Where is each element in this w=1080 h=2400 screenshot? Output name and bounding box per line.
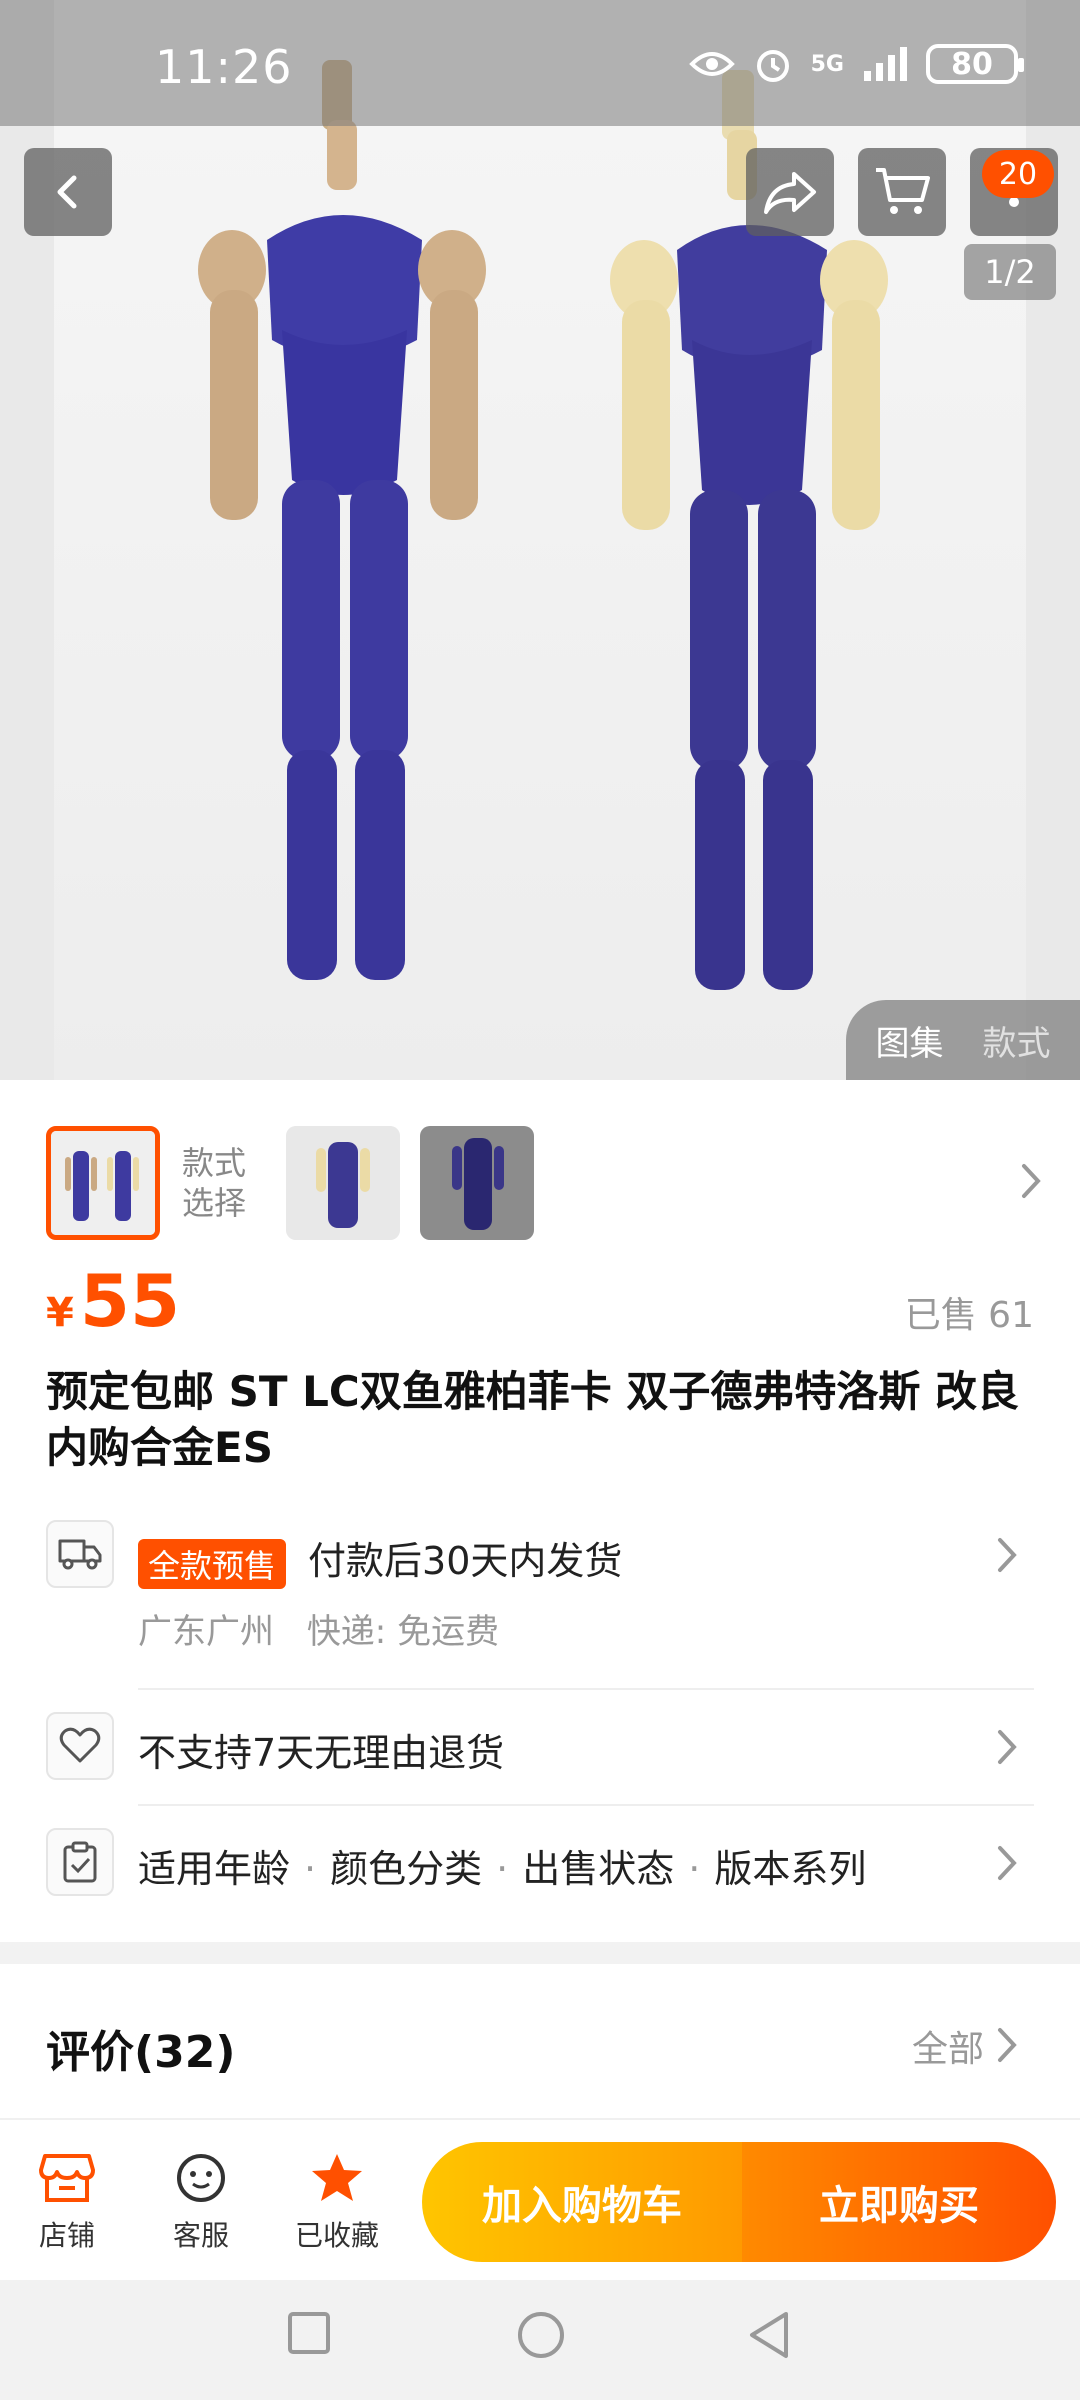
back-button[interactable]: [24, 148, 112, 236]
cart-icon: [876, 168, 930, 214]
param-status: 出售状态: [522, 1847, 675, 1891]
star-icon: [312, 2154, 362, 2201]
store-button[interactable]: 店铺: [12, 2152, 122, 2254]
signal-icon: [864, 47, 907, 81]
chevron-right-icon[interactable]: [1016, 1156, 1046, 1206]
chevron-left-icon: [57, 175, 77, 209]
notification-badge: 20: [982, 150, 1054, 198]
sold-count: 已售 61: [904, 1295, 1034, 1336]
style-thumb-2[interactable]: [286, 1126, 400, 1240]
delivery-truck-icon: [46, 1520, 114, 1588]
share-button[interactable]: [746, 148, 834, 236]
style-thumb-3[interactable]: [420, 1126, 534, 1240]
style-select-label[interactable]: 款式 选择: [182, 1143, 272, 1223]
favorite-label: 已收藏: [294, 2219, 379, 2252]
shipping-method: 快递: 免运费: [306, 1612, 500, 1652]
store-icon: [39, 2154, 95, 2202]
returns-row[interactable]: 不支持7天无理由退货: [138, 1722, 504, 1777]
reviews-title: 评价(32): [46, 2027, 236, 2078]
buy-now-button[interactable]: 立即购买: [742, 2142, 1056, 2262]
network-type: 5G: [810, 51, 844, 77]
params-row[interactable]: 适用年龄 · 颜色分类 · 出售状态 · 版本系列: [138, 1838, 866, 1893]
price: ¥ 55: [46, 1258, 180, 1344]
back-triangle-icon[interactable]: [746, 2310, 792, 2360]
shipping-text: 付款后30天内发货: [308, 1539, 623, 1583]
shipping-origin: 广东广州: [138, 1612, 274, 1652]
price-currency: ¥: [46, 1290, 74, 1336]
home-circle-icon[interactable]: [516, 2310, 566, 2360]
product-title: 预定包邮 ST LC双鱼雅柏菲卡 双子德弗特洛斯 改良内购合金ES: [46, 1367, 1019, 1472]
product-image-gallery[interactable]: 11:26 5G 80 20 1/2 图集 款式: [0, 0, 1080, 1080]
share-icon: [764, 172, 816, 214]
divider: [138, 1804, 1034, 1806]
chevron-right-icon[interactable]: [992, 2020, 1022, 2070]
param-age: 适用年龄: [138, 1847, 291, 1891]
battery-indicator: 80: [926, 44, 1024, 84]
customer-service-icon: [177, 2154, 225, 2202]
heart-icon: [46, 1712, 114, 1780]
param-color: 颜色分类: [330, 1847, 483, 1891]
thumb-image: [420, 1126, 534, 1240]
thumb-image: [286, 1126, 400, 1240]
gallery-tabs: 图集 款式: [846, 1000, 1080, 1080]
shipping-details: 广东广州 快递: 免运费: [138, 1604, 499, 1653]
chevron-right-icon[interactable]: [992, 1530, 1022, 1580]
system-navigation-bar: [0, 2280, 1080, 2400]
section-divider: [0, 1942, 1080, 1964]
favorite-button[interactable]: 已收藏: [282, 2152, 392, 2254]
image-page-indicator: 1/2: [964, 244, 1056, 300]
clipboard-icon: [46, 1828, 114, 1896]
customer-service-button[interactable]: 客服: [146, 2152, 256, 2254]
service-label: 客服: [172, 2219, 229, 2252]
style-thumb-1[interactable]: [46, 1126, 160, 1240]
price-value: 55: [79, 1259, 181, 1343]
recents-square-icon[interactable]: [286, 2310, 332, 2356]
alarm-icon: [756, 50, 789, 82]
store-label: 店铺: [38, 2219, 95, 2252]
shipping-row[interactable]: 全款预售 付款后30天内发货: [138, 1530, 622, 1589]
presale-tag: 全款预售: [138, 1538, 287, 1589]
thumb-image: [51, 1131, 155, 1235]
cart-button[interactable]: [858, 148, 946, 236]
status-bar: 11:26 5G 80: [0, 0, 1080, 126]
param-series: 版本系列: [714, 1847, 867, 1891]
add-to-cart-button[interactable]: 加入购物车: [422, 2142, 742, 2262]
divider: [138, 1688, 1034, 1690]
eye-icon: [688, 52, 735, 76]
status-time: 11:26: [155, 40, 293, 94]
chevron-right-icon[interactable]: [992, 1838, 1022, 1888]
status-icons: 5G 80: [688, 44, 1024, 84]
tab-gallery[interactable]: 图集: [876, 1016, 944, 1065]
chevron-right-icon[interactable]: [992, 1722, 1022, 1772]
style-selector[interactable]: 款式 选择: [46, 1126, 1046, 1240]
tab-style[interactable]: 款式: [983, 1016, 1051, 1065]
bottom-action-bar: 店铺 客服 已收藏 加入购物车 立即购买: [0, 2118, 1080, 2280]
reviews-all-link[interactable]: 全部: [912, 2020, 984, 2072]
